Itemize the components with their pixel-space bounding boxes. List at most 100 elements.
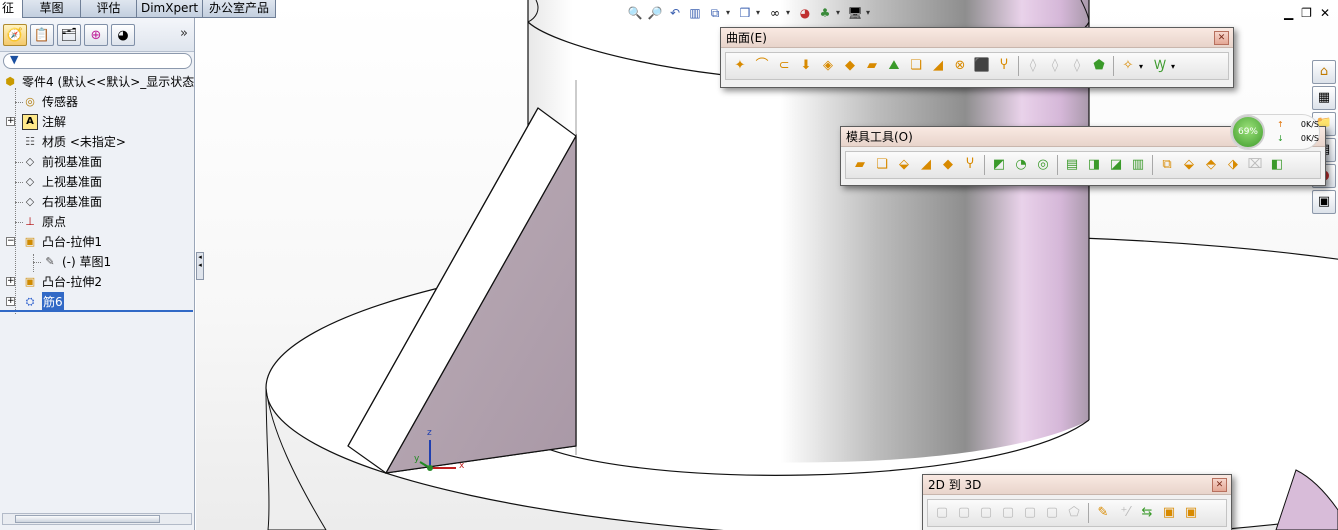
scale-button[interactable]: ⧉ xyxy=(1156,155,1178,175)
knit-surface-button[interactable]: ◊ xyxy=(1022,56,1044,76)
tree-item-origin[interactable]: ⊥ 原点 xyxy=(22,212,66,232)
parting-line-analysis-button[interactable]: ◎ xyxy=(1032,155,1054,175)
view-settings-button[interactable]: 🖥 xyxy=(846,4,864,22)
view-orientation-button[interactable]: ⧉ xyxy=(706,4,724,22)
view-orientation-dropdown[interactable]: ▾ xyxy=(726,4,734,24)
ruled-surface-button[interactable]: Ⴤ xyxy=(959,155,981,175)
lofted-surface-button[interactable]: ⬙ xyxy=(893,155,915,175)
expand-boss-extrude2-toggle[interactable]: + xyxy=(6,277,15,286)
planar-surface-button[interactable]: ▰ xyxy=(861,56,883,76)
parting-lines-button[interactable]: ▤ xyxy=(1061,155,1083,175)
restore-icon[interactable]: ❐ xyxy=(1301,6,1312,20)
filter-field[interactable]: ▼ xyxy=(3,53,192,69)
feature-manager-tab[interactable]: 🧭 xyxy=(3,24,27,46)
planar-surface-button[interactable]: ▰ xyxy=(849,155,871,175)
close-2d-to-3d-toolbar-button[interactable]: ✕ xyxy=(1212,478,1227,492)
apply-scene-button[interactable]: ♣ xyxy=(816,4,834,22)
tree-item-boss-extrude1[interactable]: ▣ 凸台-拉伸1 xyxy=(22,232,102,252)
insert-mold-folders-button[interactable]: ⬘ xyxy=(1200,155,1222,175)
parting-surfaces-button[interactable]: ◪ xyxy=(1105,155,1127,175)
expand-annotations-toggle[interactable]: + xyxy=(6,117,15,126)
expand-boss-extrude1-toggle[interactable]: − xyxy=(6,237,15,246)
hide-show-dropdown[interactable]: ▾ xyxy=(786,4,794,24)
close-icon[interactable]: ✕ xyxy=(1320,6,1330,20)
minimize-icon[interactable]: ▁ xyxy=(1284,6,1293,20)
dimxpert-manager-tab[interactable]: ⊕ xyxy=(84,24,108,46)
configuration-manager-tab[interactable]: 🗂 xyxy=(57,24,81,46)
freeform-button[interactable]: ✧ xyxy=(1117,56,1139,76)
edit-appearance-button[interactable]: ◕ xyxy=(796,4,814,22)
task-pane-custom-properties-button[interactable]: ▣ xyxy=(1312,190,1336,214)
section-view-button[interactable]: ▥ xyxy=(686,4,704,22)
surface-fillet-button[interactable]: ◢ xyxy=(915,155,937,175)
delete-face-button[interactable]: ⊗ xyxy=(949,56,971,76)
task-pane-resources-button[interactable]: ▦ xyxy=(1312,86,1336,110)
rollback-bar[interactable] xyxy=(0,310,193,312)
panel-collapse-handle[interactable]: ◂ ◂ xyxy=(196,252,204,280)
tree-item-rib6[interactable]: ⛭ 筋6 xyxy=(22,292,64,312)
tree-item-boss-extrude2[interactable]: ▣ 凸台-拉伸2 xyxy=(22,272,102,292)
right-sketch-button[interactable]: ▢ xyxy=(975,503,997,523)
task-pane-home-button[interactable]: ⌂ xyxy=(1312,60,1336,84)
draft-analysis-button[interactable]: ◩ xyxy=(988,155,1010,175)
tab-features[interactable]: 征 xyxy=(0,0,24,18)
tab-sketch[interactable]: 草图 xyxy=(23,0,82,18)
tree-item-front-plane[interactable]: ◇ 前视基准面 xyxy=(22,152,102,172)
align-sketch-button[interactable]: ⇆ xyxy=(1136,503,1158,523)
split-line-button[interactable]: Ꝡ xyxy=(1149,56,1171,76)
back-sketch-button[interactable]: ▢ xyxy=(1041,503,1063,523)
display-style-button[interactable]: ❒ xyxy=(736,4,754,22)
lofted-surface-button[interactable]: ⬇ xyxy=(795,56,817,76)
freeform-dropdown[interactable]: ▾ xyxy=(1139,62,1149,71)
surface-fillet-button[interactable]: ◢ xyxy=(927,56,949,76)
filled-surface-button[interactable]: ◆ xyxy=(937,155,959,175)
bottom-sketch-button[interactable]: ▢ xyxy=(1019,503,1041,523)
expand-tabs-button[interactable]: » xyxy=(180,26,188,41)
left-sketch-button[interactable]: ▢ xyxy=(997,503,1019,523)
expand-rib6-toggle[interactable]: + xyxy=(6,297,15,306)
zoom-to-fit-button[interactable]: 🔍 xyxy=(626,4,644,22)
core-button[interactable]: ⬗ xyxy=(1222,155,1244,175)
repair-sketch-button[interactable]: ⁺⁄ xyxy=(1114,503,1136,523)
thicken-button[interactable]: ◊ xyxy=(1044,56,1066,76)
extruded-surface-button[interactable]: ✦ xyxy=(729,56,751,76)
shut-off-surfaces-button[interactable]: ◨ xyxy=(1083,155,1105,175)
tree-item-material[interactable]: ☷ 材质 <未指定> xyxy=(22,132,126,152)
display-manager-tab[interactable]: ◕ xyxy=(111,24,135,46)
view-settings-dropdown[interactable]: ▾ xyxy=(866,4,874,24)
tab-office-products[interactable]: 办公室产品 xyxy=(203,0,277,18)
replace-face-button[interactable]: ⬛ xyxy=(971,56,993,76)
split-line-dropdown[interactable]: ▾ xyxy=(1171,62,1181,71)
boundary-surface-button[interactable]: ◈ xyxy=(817,56,839,76)
thickened-cut-button[interactable]: ◊ xyxy=(1066,56,1088,76)
zoom-area-button[interactable]: 🔎 xyxy=(646,4,664,22)
close-surfaces-toolbar-button[interactable]: ✕ xyxy=(1214,31,1229,45)
scene-dropdown[interactable]: ▾ xyxy=(836,4,844,24)
tree-item-sketch1[interactable]: ✎ (-) 草图1 xyxy=(42,252,111,272)
property-manager-tab[interactable]: 📋 xyxy=(30,24,54,46)
auxiliary-sketch-button[interactable]: ⬠ xyxy=(1063,503,1085,523)
tree-item-part[interactable]: ⬢ 零件4 (默认<<默认>_显示状态 xyxy=(2,72,194,92)
tooling-split-button[interactable]: ▥ xyxy=(1127,155,1149,175)
split-line-button[interactable]: ◧ xyxy=(1266,155,1288,175)
ruled-surface-button[interactable]: ❏ xyxy=(905,56,927,76)
offset-surface-button[interactable]: ❏ xyxy=(871,155,893,175)
previous-view-button[interactable]: ↶ xyxy=(666,4,684,22)
tree-item-sensors[interactable]: ◎ 传感器 xyxy=(22,92,78,112)
panel-horizontal-scrollbar[interactable] xyxy=(2,513,192,525)
undercut-analysis-button[interactable]: ◔ xyxy=(1010,155,1032,175)
tab-dimxpert[interactable]: DimXpert xyxy=(137,0,204,18)
swept-surface-button[interactable]: ⊂ xyxy=(773,56,795,76)
tab-evaluate[interactable]: 评估 xyxy=(81,0,138,18)
draft-button[interactable]: ⬙ xyxy=(1178,155,1200,175)
cavity-button[interactable]: ⌧ xyxy=(1244,155,1266,175)
cut-button[interactable]: ▣ xyxy=(1180,503,1202,523)
top-sketch-button[interactable]: ▢ xyxy=(953,503,975,523)
front-sketch-button[interactable]: ▢ xyxy=(931,503,953,523)
revolved-surface-button[interactable]: ⌒ xyxy=(751,56,773,76)
create-sketch-button[interactable]: ✎ xyxy=(1092,503,1114,523)
filled-surface-button[interactable]: ◆ xyxy=(839,56,861,76)
tree-item-top-plane[interactable]: ◇ 上视基准面 xyxy=(22,172,102,192)
tree-item-right-plane[interactable]: ◇ 右视基准面 xyxy=(22,192,102,212)
offset-surface-button[interactable]: ⛰ xyxy=(883,56,905,76)
